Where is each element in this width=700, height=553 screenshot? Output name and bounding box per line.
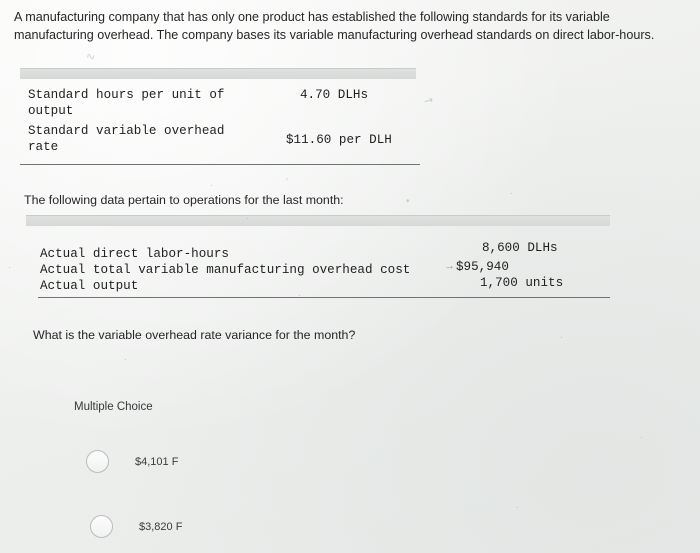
actuals-row-2-value: 1,700 units	[480, 276, 564, 290]
intro-paragraph: A manufacturing company that has only on…	[14, 10, 655, 42]
actuals-table-bottom-rule	[38, 297, 610, 298]
scan-artifact: →	[444, 260, 455, 272]
scan-artifact: .	[516, 500, 519, 511]
scan-artifact: '	[286, 177, 288, 188]
scan-artifact: .	[124, 352, 127, 363]
choice-option-0-label: $4,101 F	[135, 455, 179, 468]
actuals-row-0-value: 8,600 DLHs	[482, 241, 558, 255]
standards-row-0-label: Standard hours per unit of output	[28, 88, 288, 118]
standards-row-1-label-line1: Standard variable overhead	[28, 124, 225, 138]
scan-artifact: •	[406, 196, 410, 207]
actuals-row-2-label: Actual output	[40, 279, 139, 293]
standards-row-0-label-line2: output	[28, 104, 74, 118]
scan-artifact: .	[210, 178, 213, 189]
radio-button-icon[interactable]	[90, 515, 113, 538]
standards-row-1-value: $11.60 per DLH	[286, 133, 392, 147]
pertain-sentence: The following data pertain to operations…	[24, 193, 344, 207]
standards-row-0-label-line1: Standard hours per unit of	[28, 88, 225, 102]
actuals-row-1-label: Actual total variable manufacturing over…	[40, 263, 411, 277]
scan-artifact: .	[640, 430, 643, 441]
scan-artifact: ↗	[421, 93, 436, 109]
standards-row-1-label-line2: rate	[28, 140, 59, 154]
multiple-choice-label: Multiple Choice	[74, 401, 153, 413]
choice-option-0[interactable]: $4,101 F	[86, 450, 178, 473]
choice-option-1-label: $3,820 F	[139, 520, 183, 533]
scan-artifact: ·	[8, 262, 12, 273]
radio-button-icon[interactable]	[86, 450, 109, 473]
question-text: What is the variable overhead rate varia…	[33, 328, 356, 342]
actuals-row-0-label: Actual direct labor-hours	[40, 247, 229, 261]
actuals-table-header-bar	[26, 215, 610, 226]
choice-option-1[interactable]: $3,820 F	[90, 515, 182, 538]
scan-artifact: ∿	[84, 50, 97, 64]
standards-table-header-bar	[20, 68, 416, 79]
scan-artifact: .	[510, 186, 513, 197]
actuals-row-1-value: $95,940	[456, 260, 509, 274]
scan-artifact: .	[560, 330, 563, 341]
standards-row-0-value: 4.70 DLHs	[300, 88, 369, 102]
standards-row-1-label: Standard variable overhead rate	[28, 124, 298, 154]
standards-table-bottom-rule	[20, 164, 420, 165]
